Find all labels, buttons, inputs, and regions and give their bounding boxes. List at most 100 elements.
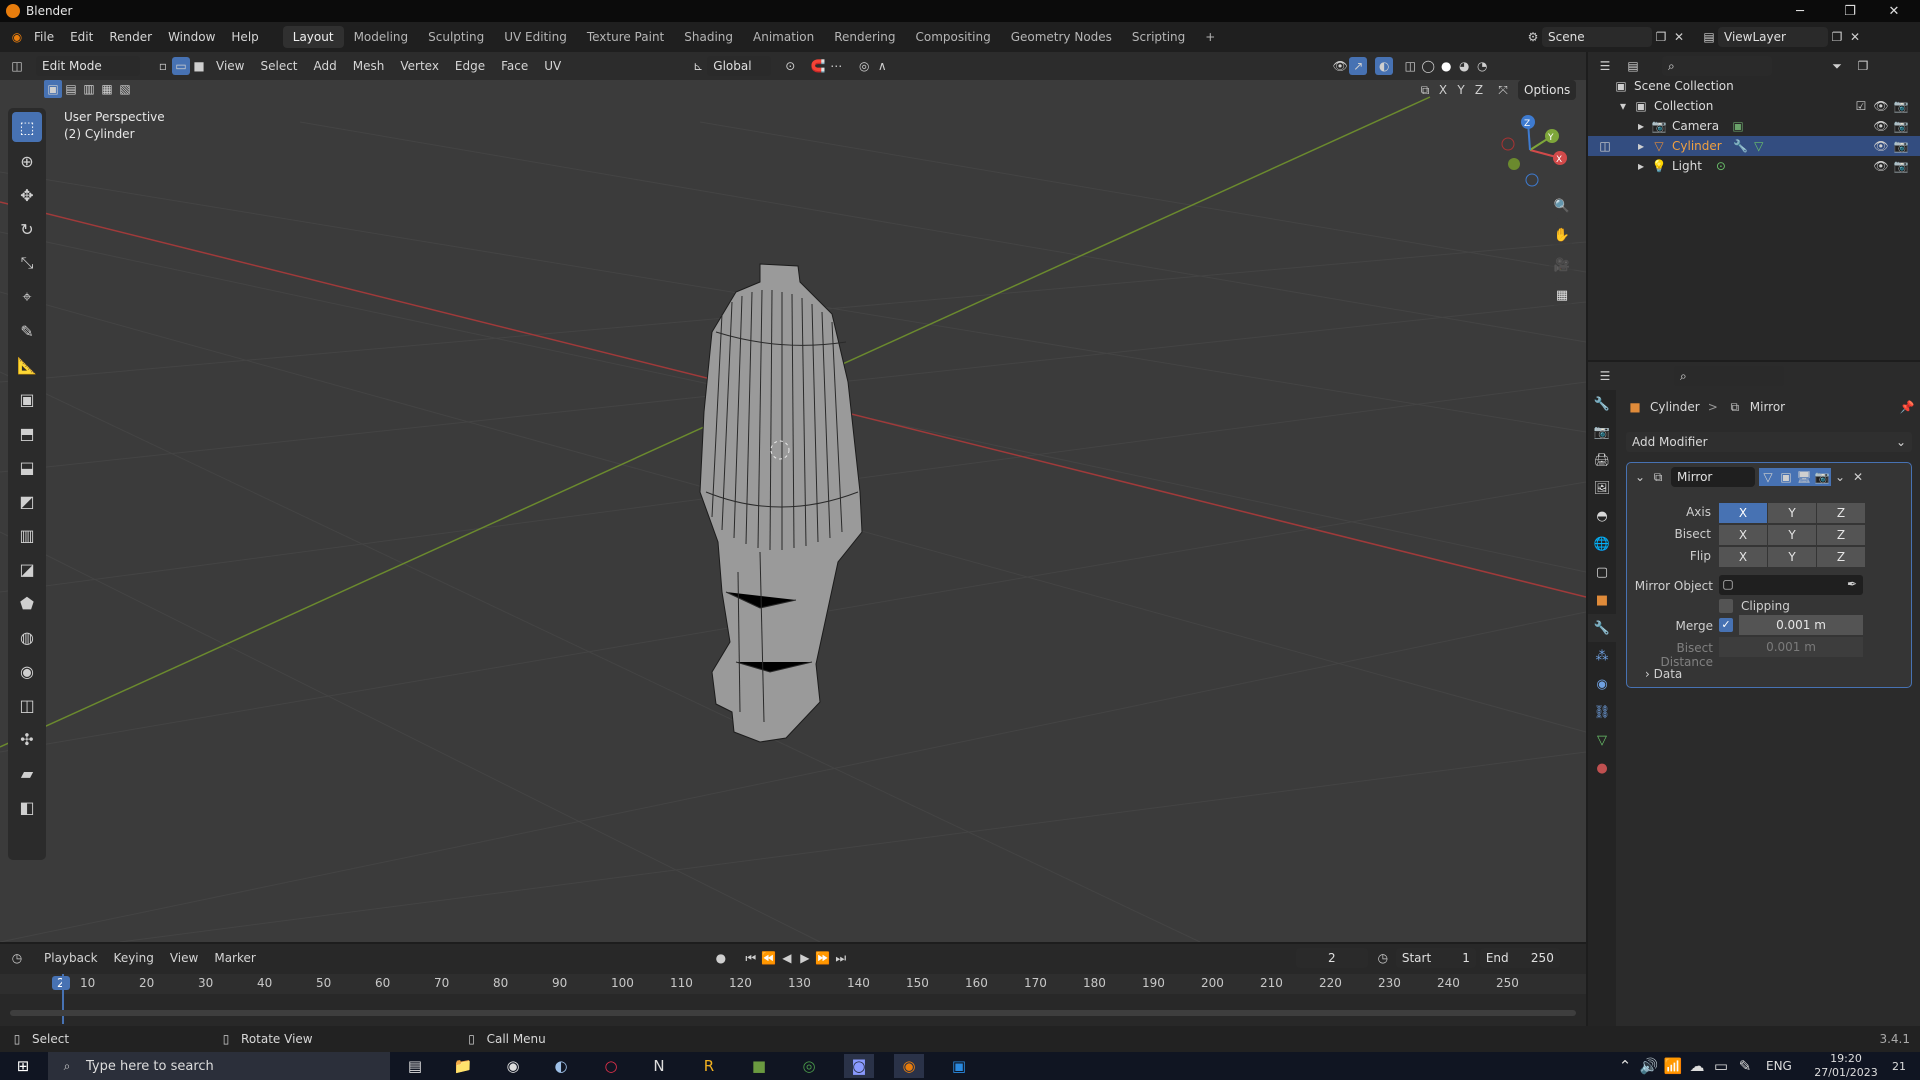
delete-view-layer-icon[interactable]: ✕ <box>1846 28 1864 46</box>
light-data-icon[interactable]: ⊙ <box>1712 157 1730 175</box>
menu-help[interactable]: Help <box>223 30 266 44</box>
timeline-scrollbar[interactable] <box>10 1010 1576 1016</box>
language-indicator[interactable]: ENG <box>1766 1059 1792 1073</box>
rockstar-icon[interactable]: R <box>694 1054 724 1078</box>
menu-timeline-view[interactable]: View <box>162 951 206 965</box>
chrome-icon[interactable]: ◎ <box>794 1054 824 1078</box>
loop-cut-tool[interactable]: ▥ <box>12 520 42 550</box>
new-collection-icon[interactable]: ❐ <box>1854 57 1872 75</box>
orientation-selector[interactable]: Global <box>707 56 772 76</box>
camera-view-icon[interactable]: 🎥 <box>1549 252 1575 278</box>
maximize-button[interactable]: ❐ <box>1830 0 1870 22</box>
measure-tool[interactable]: 📐 <box>12 350 42 380</box>
select-new-icon[interactable]: ▣ <box>44 80 62 98</box>
add-cube-tool[interactable]: ▣ <box>12 384 42 414</box>
blender-taskbar-icon[interactable]: ◉ <box>894 1054 924 1078</box>
modifier-wrench-icon[interactable]: 🔧 <box>1732 137 1750 155</box>
tab-uv-editing[interactable]: UV Editing <box>494 26 577 48</box>
lock-z-button[interactable]: Z <box>1470 81 1488 99</box>
edge-select-icon[interactable]: ▭ <box>172 57 190 75</box>
opera-icon[interactable]: ○ <box>596 1054 626 1078</box>
select-invert-icon[interactable]: ▦ <box>98 80 116 98</box>
remove-modifier-icon[interactable]: ✕ <box>1849 468 1867 486</box>
inset-tool[interactable]: ⬓ <box>12 452 42 482</box>
taskbar-search-box[interactable]: ⌕ Type here to search <box>48 1052 390 1080</box>
bisect-x-button[interactable]: X <box>1719 525 1767 545</box>
edit-mode-icon[interactable]: ◫ <box>1596 137 1614 155</box>
material-shading-icon[interactable]: ◕ <box>1455 57 1473 75</box>
collapse-arrow-icon[interactable]: ⌄ <box>1631 468 1649 486</box>
axis-x-button[interactable]: X <box>1719 503 1767 523</box>
flip-x-button[interactable]: X <box>1719 547 1767 567</box>
expand-arrow-icon[interactable]: ▸ <box>1632 117 1650 135</box>
zoom-icon[interactable]: 🔍 <box>1549 193 1575 219</box>
visibility-eye-icon[interactable]: 👁 <box>1872 97 1890 115</box>
outliner-item-cylinder[interactable]: ◫ ▸ ▽ Cylinder 🔧 ▽ 👁 📷 <box>1588 136 1920 156</box>
edge-slide-tool[interactable]: ◫ <box>12 690 42 720</box>
outliner-item-light[interactable]: ▸ 💡 Light ⊙ 👁 📷 <box>1588 156 1920 176</box>
prev-keyframe-icon[interactable]: ⏪ <box>760 949 778 967</box>
render-camera-icon[interactable]: 📷 <box>1892 157 1910 175</box>
render-tab-icon[interactable]: 📷 <box>1588 418 1616 446</box>
menu-edit[interactable]: Edit <box>62 30 101 44</box>
menu-render[interactable]: Render <box>101 30 160 44</box>
play-icon[interactable]: ▶ <box>796 949 814 967</box>
axis-z-button[interactable]: Z <box>1817 503 1865 523</box>
tab-geometry-nodes[interactable]: Geometry Nodes <box>1001 26 1122 48</box>
vertex-select-icon[interactable]: ▫ <box>154 57 172 75</box>
add-workspace-button[interactable]: + <box>1195 26 1225 48</box>
pen-icon[interactable]: ✎ <box>1730 1054 1760 1078</box>
move-tool[interactable]: ✥ <box>12 180 42 210</box>
xray-icon[interactable]: ◫ <box>1401 57 1419 75</box>
clipping-checkbox[interactable] <box>1719 599 1733 613</box>
modifier-name-field[interactable]: Mirror <box>1671 467 1755 487</box>
menu-mesh[interactable]: Mesh <box>345 59 393 73</box>
proportional-edit-icon[interactable]: ◎ <box>855 57 873 75</box>
menu-view[interactable]: View <box>208 59 252 73</box>
render-camera-icon[interactable]: 📷 <box>1892 117 1910 135</box>
snap-icon[interactable]: 🧲 <box>809 57 827 75</box>
physics-tab-icon[interactable]: ◉ <box>1588 670 1616 698</box>
merge-distance-field[interactable]: 0.001 m <box>1739 615 1863 635</box>
start-frame-field[interactable]: Start 1 <box>1395 948 1476 968</box>
lock-y-button[interactable]: Y <box>1452 81 1470 99</box>
edit-mode-toggle-icon[interactable]: ▣ <box>1777 468 1795 486</box>
wireframe-shading-icon[interactable]: ◯ <box>1419 57 1437 75</box>
shrink-fatten-tool[interactable]: ✣ <box>12 724 42 754</box>
visibility-eye-icon[interactable]: 👁 <box>1872 137 1890 155</box>
menu-keying[interactable]: Keying <box>106 951 162 965</box>
navigation-gizmo[interactable]: X Y Z <box>1490 110 1570 190</box>
menu-vertex[interactable]: Vertex <box>392 59 447 73</box>
rip-region-tool[interactable]: ◧ <box>12 792 42 822</box>
transform-tool[interactable]: ⌖ <box>12 282 42 312</box>
steam-icon[interactable]: ◐ <box>546 1054 576 1078</box>
record-icon[interactable]: ● <box>712 949 730 967</box>
new-scene-icon[interactable]: ❐ <box>1652 28 1670 46</box>
properties-search-icon[interactable]: ⌕ <box>1674 366 1784 386</box>
tab-modeling[interactable]: Modeling <box>344 26 419 48</box>
select-intersect-icon[interactable]: ▧ <box>116 80 134 98</box>
menu-edge[interactable]: Edge <box>447 59 493 73</box>
eyedropper-icon[interactable]: ✒ <box>1843 575 1861 593</box>
bisect-distance-field[interactable]: 0.001 m <box>1719 637 1863 657</box>
bevel-tool[interactable]: ◩ <box>12 486 42 516</box>
outliner-item-camera[interactable]: ▸ 📷 Camera ▣ 👁 📷 <box>1588 116 1920 136</box>
pivot-icon[interactable]: ⊙ <box>781 57 799 75</box>
play-reverse-icon[interactable]: ◀ <box>778 949 796 967</box>
menu-select[interactable]: Select <box>252 59 305 73</box>
collection-row[interactable]: ▾ ▣ Collection ☑ 👁 📷 <box>1588 96 1920 116</box>
windows-start-icon[interactable]: ⊞ <box>8 1054 38 1078</box>
output-tab-icon[interactable]: 🖨 <box>1588 446 1616 474</box>
smooth-tool[interactable]: ◉ <box>12 656 42 686</box>
end-frame-field[interactable]: End 250 <box>1479 948 1560 968</box>
collection-tab-icon[interactable]: ▢ <box>1588 558 1616 586</box>
menu-playback[interactable]: Playback <box>36 951 106 965</box>
collapse-arrow-icon[interactable]: ▾ <box>1614 97 1632 115</box>
rendered-shading-icon[interactable]: ◔ <box>1473 57 1491 75</box>
merge-checkbox[interactable]: ✓ <box>1719 618 1733 632</box>
face-select-icon[interactable]: ■ <box>190 57 208 75</box>
view-layer-tab-icon[interactable]: 🖼 <box>1588 474 1616 502</box>
render-camera-icon[interactable]: 📷 <box>1892 97 1910 115</box>
outliner-editor-icon[interactable]: ☰ <box>1596 57 1614 75</box>
outliner-search-icon[interactable]: ⌕ <box>1662 56 1772 76</box>
